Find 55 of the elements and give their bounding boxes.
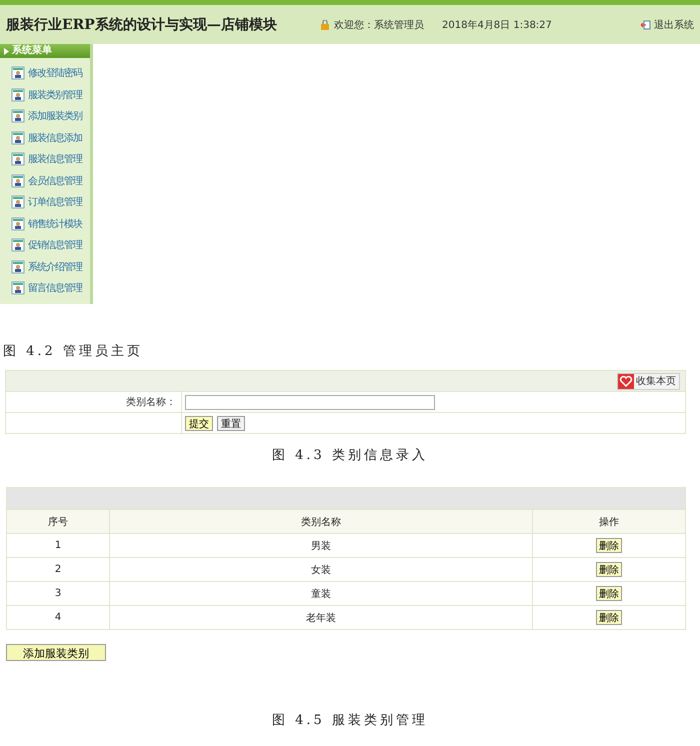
menu-item[interactable]: 留言信息管理 [28,281,82,296]
reset-button[interactable]: 重置 [217,416,245,430]
menu-title: 系统菜单 [12,44,52,58]
system-title: 服装行业ERP系统的设计与实现—店铺模块 [6,16,278,34]
menu-item[interactable]: 促销信息管理 [28,238,82,252]
user-icon [11,238,25,252]
delete-button[interactable]: 删除 [596,586,622,601]
user-icon [11,88,25,102]
column-header: 操作 [532,510,686,534]
figure-caption: 图 4.2 管理员主页 [3,343,144,360]
menu-item[interactable]: 系统介绍管理 [28,260,82,274]
menu-item[interactable]: 添加服装类别 [28,109,82,124]
table-cell: 老年装 [110,606,532,630]
menu-item[interactable]: 修改登陆密码 [28,66,82,80]
bookmark-button[interactable]: 收集本页 [617,372,680,390]
datetime-text: 2018年4月8日 1:38:27 [442,18,552,32]
menu-item[interactable]: 服装类别管理 [28,88,82,102]
figure-caption: 图 4.5 服装类别管理 [271,712,429,729]
user-icon [11,66,25,80]
arrow-icon [3,48,10,54]
user-icon [11,130,25,145]
user-icon [11,195,25,210]
lock-icon [320,20,330,30]
column-header: 类别名称 [110,510,532,534]
menu-item[interactable]: 服装信息管理 [28,152,82,166]
user-icon [11,174,25,188]
user-icon [11,109,25,124]
table-cell: 4 [6,606,110,630]
field-label: 类别名称： [126,396,176,409]
delete-button[interactable]: 删除 [596,610,622,625]
table-cell: 2 [6,558,110,582]
category-name-input[interactable] [185,394,435,410]
menu-item[interactable]: 服装信息添加 [28,130,82,145]
delete-button[interactable]: 删除 [596,538,622,553]
user-icon [11,281,25,296]
menu-item[interactable]: 订单信息管理 [28,195,82,210]
user-icon [11,152,25,166]
figure-caption: 图 4.3 类别信息录入 [271,447,429,464]
table-cell: 童装 [110,582,532,606]
table-cell: 女装 [110,558,532,582]
user-icon [11,216,25,231]
menu-item[interactable]: 会员信息管理 [28,174,82,188]
column-header: 序号 [6,510,110,534]
table-cell: 3 [6,582,110,606]
user-icon [11,260,25,274]
add-category-button[interactable]: 添加服装类别 [6,644,106,661]
delete-button[interactable]: 删除 [596,562,622,577]
welcome-text: 欢迎您：系统管理员 [334,18,424,32]
submit-button[interactable]: 提交 [185,416,213,430]
table-cell: 男装 [110,534,532,558]
logout-icon [641,20,651,30]
table-cell: 1 [6,534,110,558]
heart-icon [618,374,634,388]
logout-link[interactable]: 退出系统 [654,18,694,32]
menu-item[interactable]: 销售统计模块 [28,216,82,231]
